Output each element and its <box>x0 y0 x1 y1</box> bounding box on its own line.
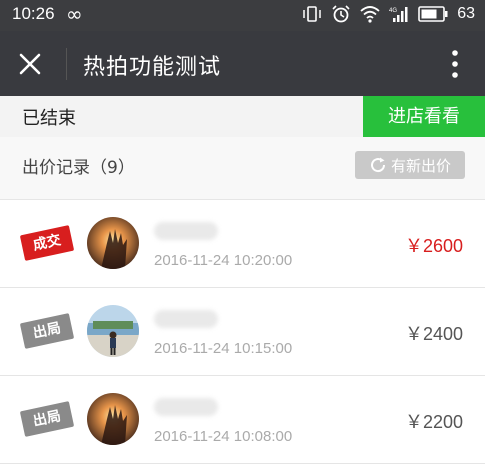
battery-level: 63 <box>457 5 475 22</box>
close-icon[interactable] <box>14 48 46 80</box>
bid-price: ￥2400 <box>404 324 463 344</box>
wifi-icon <box>360 6 380 23</box>
out-stamp: 出局 <box>19 313 75 349</box>
bid-row[interactable]: 出局 2016-11-24 10:08:00 ￥2200 <box>0 376 485 464</box>
title-bar: 热拍功能测试 <box>0 31 485 96</box>
sunset-hand-avatar <box>87 393 139 445</box>
auction-status-text: 已结束 <box>22 108 76 129</box>
avatar[interactable] <box>87 217 139 269</box>
bid-row[interactable]: 成交 2016-11-24 10:20:00 ￥2600 <box>0 200 485 288</box>
status-time: 10:26 <box>12 4 55 23</box>
bid-record-title: 出价记录（9） <box>22 158 135 178</box>
sunset-hand-avatar <box>87 217 139 269</box>
status-icons: 4G 63 <box>302 5 475 23</box>
bid-price: ￥2200 <box>404 412 463 432</box>
network-label: 4G <box>389 8 397 14</box>
refresh-icon <box>371 157 385 173</box>
signal-icon: 4G <box>389 7 408 22</box>
blurred-bidder-name <box>154 310 218 328</box>
blurred-bidder-name <box>154 398 218 416</box>
visit-store-button[interactable]: 进店看看 <box>363 96 485 137</box>
status-bar: 10:26 ∞ 4G 63 <box>0 0 485 31</box>
new-bid-refresh-button[interactable]: 有新出价 <box>355 151 465 179</box>
new-bid-label: 有新出价 <box>390 156 451 175</box>
bid-price: ￥2600 <box>404 236 463 256</box>
infinity-icon: ∞ <box>66 2 83 26</box>
bid-row[interactable]: 出局 2016-11-24 10:15:00 ￥2400 <box>0 288 485 376</box>
vibrate-icon <box>303 6 321 22</box>
person-stadium-avatar <box>87 305 139 357</box>
alarm-icon <box>332 5 350 23</box>
bid-time: 2016-11-24 10:15:00 <box>154 340 293 357</box>
out-stamp: 出局 <box>19 401 75 437</box>
bid-record-header: 出价记录（9） 有新出价 <box>0 137 485 200</box>
auction-status-bar: 已结束 进店看看 <box>0 96 485 137</box>
avatar[interactable] <box>87 305 139 357</box>
blurred-bidder-name <box>154 222 218 240</box>
bid-list: 成交 2016-11-24 10:20:00 ￥2600 出局 2016-11-… <box>0 200 485 464</box>
deal-stamp: 成交 <box>19 225 75 261</box>
title-divider <box>66 48 67 80</box>
avatar[interactable] <box>87 393 139 445</box>
bid-time: 2016-11-24 10:08:00 <box>154 428 293 445</box>
battery-icon <box>418 6 448 22</box>
page-title: 热拍功能测试 <box>83 55 222 80</box>
more-vertical-icon[interactable] <box>443 46 467 82</box>
bid-time: 2016-11-24 10:20:00 <box>154 252 293 269</box>
